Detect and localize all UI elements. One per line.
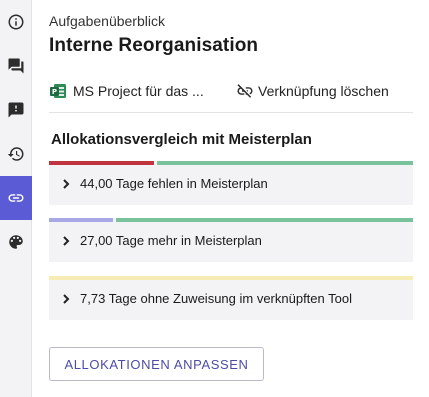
svg-text:P: P [52, 88, 57, 96]
adjust-allocations-button[interactable]: ALLOKATIONEN ANPASSEN [49, 347, 264, 381]
link-off-icon [237, 84, 253, 98]
comparison-item-missing[interactable]: 44,00 Tage fehlen in Meisterplan [49, 161, 413, 205]
comparison-item-label: 7,73 Tage ohne Zuweisung im verknüpften … [80, 291, 352, 306]
divider [49, 112, 413, 113]
sidebar-rail [0, 0, 32, 397]
comparison-item-surplus[interactable]: 27,00 Tage mehr in Meisterplan [49, 218, 413, 262]
comparison-item-unassigned[interactable]: 7,73 Tage ohne Zuweisung im verknüpften … [49, 276, 413, 320]
deviation-bar-segment [49, 161, 154, 165]
feedback-button[interactable] [0, 88, 32, 132]
chevron-right-icon [63, 235, 70, 246]
comparison-item-label: 44,00 Tage fehlen in Meisterplan [80, 176, 268, 191]
info-icon [8, 14, 24, 30]
ms-project-icon: P [50, 84, 66, 98]
linked-project-row: P MS Project für das ... Verknüpfung lös… [49, 79, 413, 103]
deviation-bar-segment [49, 218, 113, 222]
panel-overline: Aufgabenüberblick [49, 13, 165, 29]
palette-button[interactable] [0, 220, 32, 264]
unlink-button[interactable]: Verknüpfung löschen [236, 82, 389, 100]
comments-button[interactable] [0, 44, 32, 88]
info-button[interactable] [0, 0, 32, 44]
forum-icon [8, 58, 24, 74]
chevron-right-icon [63, 178, 70, 189]
linked-project-label: MS Project für das ... [73, 83, 204, 99]
page-title: Interne Reorganisation [49, 35, 259, 56]
unlink-label: Verknüpfung löschen [258, 83, 389, 99]
task-overview-panel: Aufgabenüberblick Interne Reorganisation… [32, 0, 429, 397]
comparison-item-label: 27,00 Tage mehr in Meisterplan [80, 233, 262, 248]
history-button[interactable] [0, 132, 32, 176]
chevron-right-icon [63, 293, 70, 304]
links-button[interactable] [0, 176, 32, 220]
history-icon [7, 147, 24, 161]
linked-project-link[interactable]: P MS Project für das ... [49, 82, 224, 100]
match-bar-segment [116, 218, 413, 222]
comparison-title: Allokationsvergleich mit Meisterplan [51, 131, 312, 148]
unassigned-bar-segment [49, 276, 413, 280]
match-bar-segment [157, 161, 413, 165]
palette-icon [9, 235, 23, 249]
feedback-icon [8, 102, 24, 118]
link-icon [8, 194, 24, 202]
